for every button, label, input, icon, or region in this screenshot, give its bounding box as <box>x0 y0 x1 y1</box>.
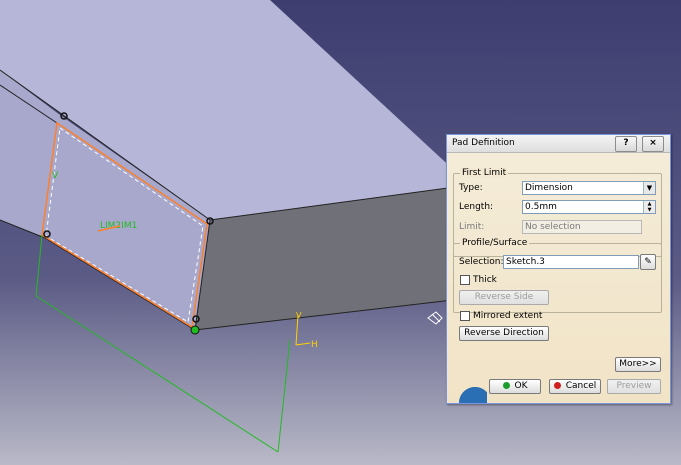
selection-value: Sketch.3 <box>506 257 545 267</box>
length-value: 0.5mm <box>525 202 557 212</box>
limit-field: No selection <box>522 220 642 234</box>
length-spinner[interactable]: ▲ ▼ <box>643 201 655 213</box>
chevron-down-icon[interactable]: ▼ <box>643 182 655 194</box>
axis-label-v2: V <box>296 311 302 320</box>
ok-button[interactable]: OK <box>489 379 541 394</box>
selection-label: Selection: <box>459 257 504 267</box>
thick-label: Thick <box>473 275 497 285</box>
spin-down-icon[interactable]: ▼ <box>644 207 655 213</box>
sketcher-icon[interactable]: ✎ <box>640 254 656 270</box>
cancel-icon <box>553 382 561 389</box>
dialog-title: Pad Definition <box>452 138 515 148</box>
selection-field[interactable]: Sketch.3 <box>503 255 639 269</box>
length-label: Length: <box>459 202 494 212</box>
axis-label-v: V <box>52 171 59 181</box>
close-button[interactable]: × <box>642 136 664 152</box>
mirrored-checkbox[interactable] <box>460 311 470 321</box>
thick-checkbox[interactable] <box>460 275 470 285</box>
mirrored-label: Mirrored extent <box>473 311 543 321</box>
ok-label: OK <box>514 381 528 391</box>
profile-surface-label: Profile/Surface <box>460 238 530 248</box>
more-button[interactable]: More>> <box>615 357 661 372</box>
dialog-titlebar[interactable]: Pad Definition ? × <box>447 135 670 153</box>
type-combo[interactable]: Dimension ▼ <box>522 181 656 195</box>
pad-definition-dialog: Pad Definition ? × First Limit Type: Dim… <box>446 134 671 404</box>
dialog-body: First Limit Type: Dimension ▼ Length: 0.… <box>447 153 670 403</box>
reverse-side-button[interactable]: Reverse Side <box>459 290 549 305</box>
axis-label-h: H <box>311 340 318 350</box>
origin-point[interactable] <box>190 325 200 335</box>
preview-button[interactable]: Preview <box>607 379 661 394</box>
catia-logo <box>447 375 487 403</box>
type-label: Type: <box>459 183 483 193</box>
ok-icon <box>502 382 510 389</box>
help-button[interactable]: ? <box>615 136 637 152</box>
cancel-button[interactable]: Cancel <box>549 379 601 394</box>
first-limit-label: First Limit <box>460 168 509 178</box>
length-field[interactable]: 0.5mm ▲ ▼ <box>522 200 656 214</box>
limit-value: No selection <box>525 222 581 232</box>
cancel-label: Cancel <box>565 381 597 391</box>
reverse-direction-button[interactable]: Reverse Direction <box>459 326 549 341</box>
type-value: Dimension <box>525 183 573 193</box>
limit-label: Limit: <box>459 222 485 232</box>
